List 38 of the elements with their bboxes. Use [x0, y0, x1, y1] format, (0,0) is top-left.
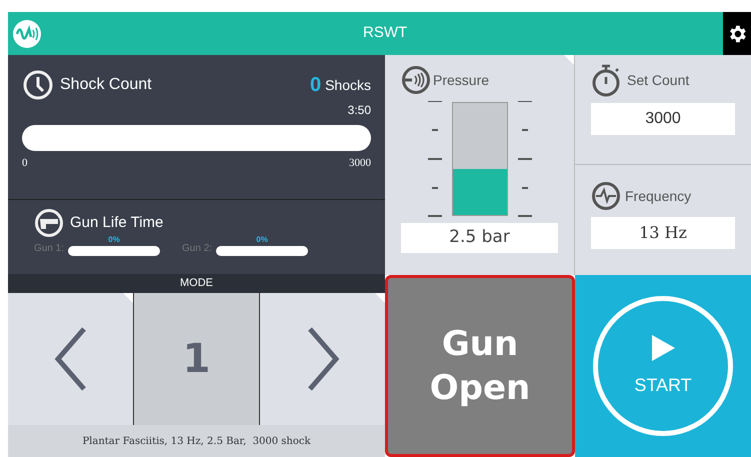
gun-icon: [34, 208, 64, 238]
pressure-value: 2.5 bar: [449, 226, 510, 250]
mode-summary: Plantar Fasciitis, 13 Hz, 2.5 Bar, 3000 shock: [82, 434, 311, 448]
frequency-value: 13 Hz: [639, 222, 687, 244]
scale-min: 0: [22, 156, 28, 171]
frequency-label: Frequency: [625, 186, 692, 206]
set-count-field[interactable]: 3000: [591, 103, 735, 135]
stopwatch-icon: [591, 63, 621, 97]
gun-open-label: Open: [430, 367, 530, 410]
shock-count-value: 0: [310, 73, 322, 98]
mode-label: MODE: [180, 276, 213, 292]
play-icon: [650, 334, 676, 362]
gun-life-percent: 0%: [256, 234, 268, 246]
frequency-field[interactable]: 13 Hz: [591, 217, 735, 249]
app-title: RSWT: [363, 23, 408, 44]
next-mode-button[interactable]: [260, 293, 385, 425]
set-count-value: 3000: [645, 109, 681, 129]
mode-number: 1: [182, 335, 210, 384]
elapsed-time: 3:50: [348, 102, 371, 119]
scale-max: 3000: [349, 156, 371, 171]
shock-count-label: Shock Count: [60, 75, 152, 95]
gun-label: Gun 1:: [34, 242, 64, 256]
settings-button[interactable]: [723, 12, 751, 55]
logo-icon: [12, 18, 42, 48]
pressure-label: Pressure: [433, 70, 490, 90]
set-count-label: Set Count: [627, 70, 690, 90]
gun-life-label: Gun Life Time: [70, 212, 164, 233]
heartbeat-icon: [591, 181, 621, 211]
chevron-right-icon: [306, 326, 340, 392]
previous-mode-button[interactable]: [8, 293, 134, 425]
gun-label: Gun 2:: [182, 242, 212, 256]
pressure-icon: [401, 65, 431, 95]
clock-icon: [22, 69, 54, 101]
gun-open-label: Gun: [442, 323, 518, 366]
chevron-left-icon: [54, 326, 88, 392]
gun-life-percent: 0%: [108, 234, 120, 246]
shock-unit: Shocks: [325, 76, 371, 94]
gun-open-button[interactable]: Gun Open: [385, 275, 575, 457]
